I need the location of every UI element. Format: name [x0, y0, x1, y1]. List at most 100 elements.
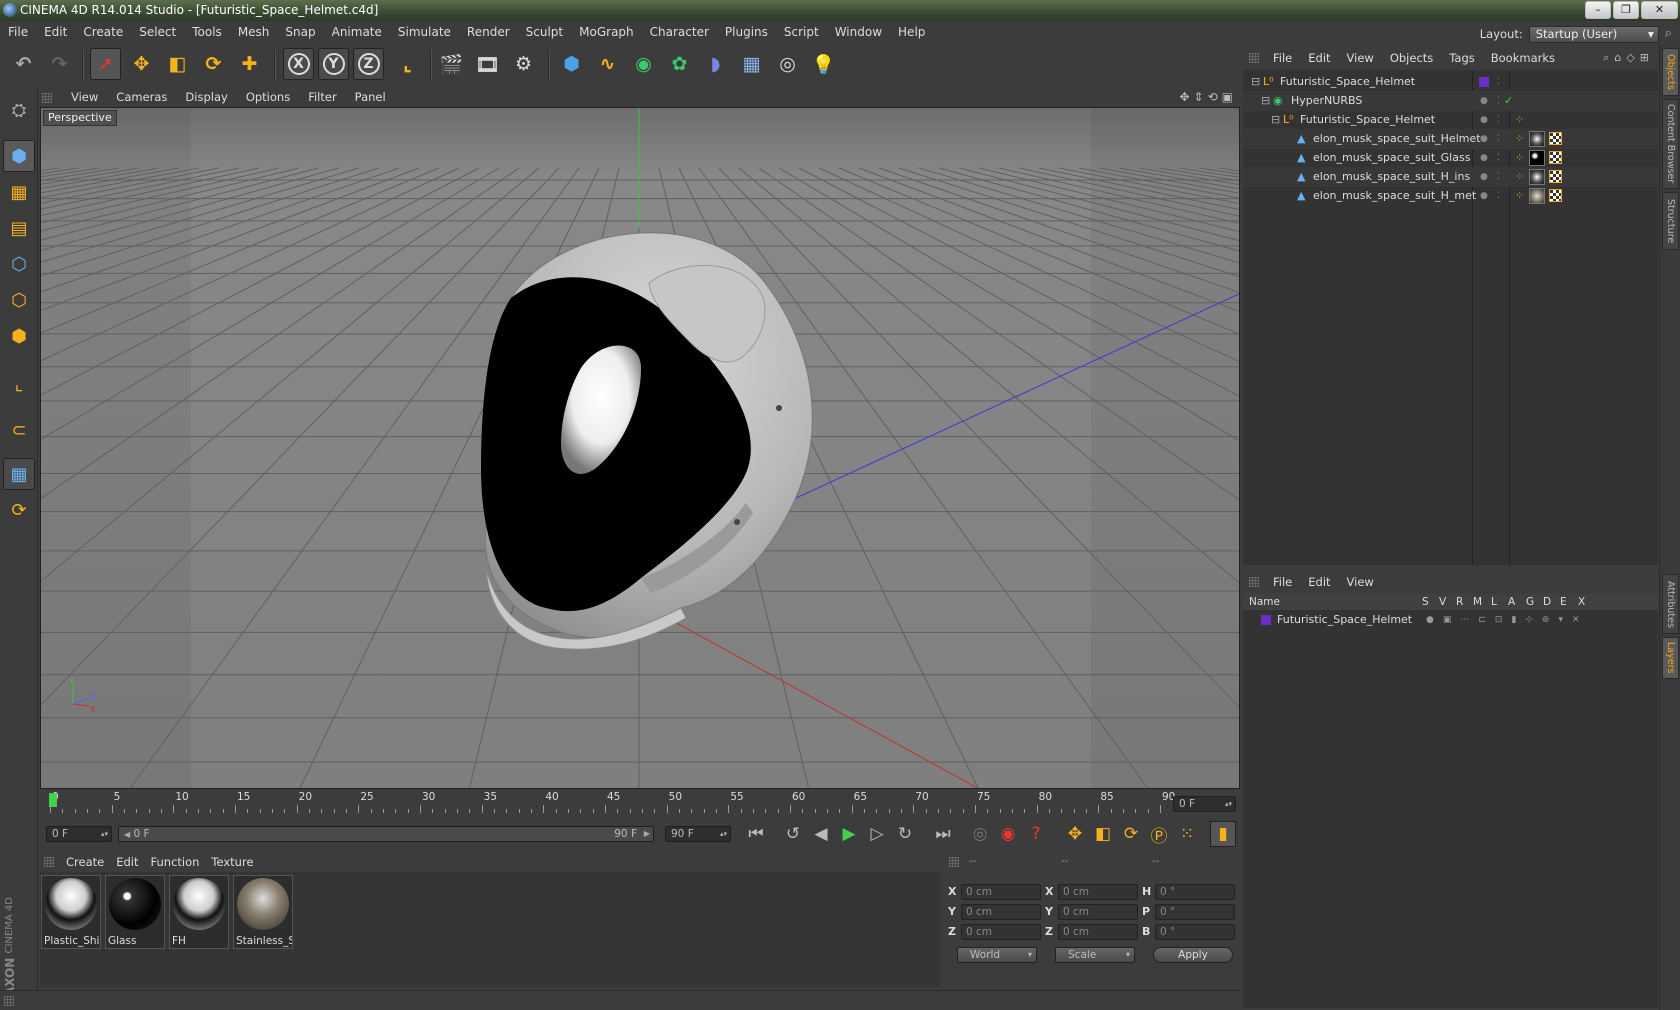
menu-simulate[interactable]: Simulate [390, 21, 459, 43]
uvw-tag-icon[interactable] [1549, 132, 1562, 145]
z-axis-icon[interactable]: Z [353, 48, 384, 80]
array-icon[interactable]: ✿ [664, 48, 695, 80]
move-icon[interactable]: ✥ [126, 48, 157, 80]
object-menu-edit[interactable]: Edit [1300, 48, 1338, 68]
spline-icon[interactable]: ∿ [592, 48, 623, 80]
magnet-icon[interactable]: ⊂ [3, 414, 35, 446]
phong-tag-icon[interactable]: ⁘ [1515, 167, 1524, 187]
scale-icon[interactable]: ◧ [162, 48, 193, 80]
viewport-nav-icons[interactable]: ✥⇕⟲▣ [1179, 88, 1237, 107]
tab-structure[interactable]: Structure [1662, 192, 1679, 250]
render-dots-icon[interactable]: ⁚ [1497, 167, 1500, 187]
add-icon[interactable]: ✚ [234, 48, 265, 80]
material-tag-icon[interactable] [1529, 150, 1545, 166]
rot-h-field[interactable]: 0 ° [1155, 884, 1235, 900]
menu-tools[interactable]: Tools [184, 21, 230, 43]
material-tag-icon[interactable] [1529, 131, 1545, 147]
pos-x-field[interactable]: 0 cm [961, 884, 1041, 900]
object-row[interactable]: ⊟ L⁰ Futuristic_Space_Helmet ● ⁚ ⁘ [1243, 110, 1658, 130]
current-frame-field[interactable]: 0 F ▴▾ [1173, 796, 1236, 812]
tab-attributes[interactable]: Attributes [1662, 574, 1679, 634]
object-menu-objects[interactable]: Objects [1382, 48, 1441, 68]
uvw-tag-icon[interactable] [1549, 151, 1562, 164]
menu-plugins[interactable]: Plugins [717, 21, 776, 43]
goto-start-icon[interactable]: ⏮ [743, 821, 769, 847]
key-scale-icon[interactable]: ◧ [1090, 821, 1116, 847]
size-y-field[interactable]: 0 cm [1058, 904, 1138, 920]
layer-toggle-icons[interactable]: ●▣⋯⊏⊡▮⊹⊛▾✕ [1426, 610, 1589, 630]
collapse-icon[interactable]: ⊟ [1271, 110, 1280, 130]
floor-icon[interactable]: ▦ [736, 48, 767, 80]
object-menu-file[interactable]: File [1265, 48, 1300, 68]
object-row[interactable]: ▲ elon_musk_space_suit_H_ins ● ⁚ ⁘ [1243, 167, 1658, 187]
grid-lock-icon[interactable]: ▦ [3, 458, 35, 490]
end-frame-field[interactable]: 90 F ▴▾ [665, 826, 731, 842]
camera-icon[interactable]: ◎ [772, 48, 803, 80]
render-dots-icon[interactable]: ⁚ [1497, 186, 1500, 206]
deformer-icon[interactable]: ◗ [700, 48, 731, 80]
menu-snap[interactable]: Snap [277, 21, 323, 43]
object-row[interactable]: ⊟ L⁰ Futuristic_Space_Helmet ⁚ [1243, 72, 1658, 92]
viewport-menu-cameras[interactable]: Cameras [107, 88, 176, 107]
previous-key-icon[interactable]: ↺ [780, 821, 806, 847]
material-swatch[interactable]: Stainless_S [233, 875, 293, 949]
object-menu-bookmarks[interactable]: Bookmarks [1483, 48, 1563, 68]
model-mode-icon[interactable]: ⬢ [3, 140, 35, 172]
next-key-icon[interactable]: ↻ [892, 821, 918, 847]
viewport-menu-view[interactable]: View [62, 88, 107, 107]
perspective-viewport[interactable]: Perspective Y Z X [40, 107, 1240, 789]
layout-select[interactable]: Startup (User) ▾ [1528, 25, 1659, 43]
collapse-icon[interactable]: ⊟ [1261, 91, 1270, 111]
material-menu-create[interactable]: Create [60, 852, 110, 872]
size-z-field[interactable]: 0 cm [1058, 924, 1138, 940]
axis-mode-icon[interactable]: ⌞ [3, 368, 35, 400]
visibility-dots-icon[interactable]: ● [1480, 129, 1488, 149]
menu-mograph[interactable]: MoGraph [571, 21, 642, 43]
key-position-icon[interactable]: ✥ [1062, 821, 1088, 847]
record-keys-icon[interactable]: ◎ [967, 821, 993, 847]
menu-help[interactable]: Help [890, 21, 933, 43]
coordinate-mode-dropdown[interactable]: World ▾ [957, 947, 1037, 963]
snap-settings-icon[interactable]: ⟳ [3, 494, 35, 526]
material-menu-function[interactable]: Function [145, 852, 206, 872]
layer-row[interactable]: Futuristic_Space_Helmet ●▣⋯⊏⊡▮⊹⊛▾✕ [1243, 610, 1658, 630]
viewport-menu-display[interactable]: Display [176, 88, 236, 107]
apply-button[interactable]: Apply [1153, 947, 1233, 963]
phong-tag-icon[interactable]: ⁘ [1515, 129, 1524, 149]
timeline-ruler[interactable]: 051015202530354045505560657075808590 0 F… [40, 791, 1240, 819]
minimize-button[interactable]: – [1585, 1, 1611, 19]
menu-render[interactable]: Render [459, 21, 518, 43]
visibility-dots-icon[interactable]: ● [1480, 91, 1488, 111]
layer-menu-file[interactable]: File [1265, 572, 1300, 592]
edit-render-settings-icon[interactable]: ⚙ [508, 48, 539, 80]
render-dots-icon[interactable]: ⁚ [1497, 129, 1500, 149]
menu-edit[interactable]: Edit [36, 21, 75, 43]
start-frame-field[interactable]: 0 F ▴▾ [46, 826, 112, 842]
edges-mode-icon[interactable]: ⬡ [3, 284, 35, 316]
phong-tag-icon[interactable]: ⁘ [1515, 186, 1524, 206]
render-dots-icon[interactable]: ⁚ [1497, 91, 1500, 111]
key-point-level-icon[interactable]: ⁙ [1174, 821, 1200, 847]
timeline-playhead[interactable] [49, 793, 57, 807]
object-row[interactable]: ⊟ ◉ HyperNURBS ● ⁚ ✓ [1243, 91, 1658, 111]
material-swatch[interactable]: Glass [105, 875, 165, 949]
uvw-tag-icon[interactable] [1549, 189, 1562, 202]
previous-frame-icon[interactable]: ◀ [808, 821, 834, 847]
pos-z-field[interactable]: 0 cm [961, 924, 1041, 940]
material-tag-icon[interactable] [1529, 169, 1545, 185]
menu-create[interactable]: Create [75, 21, 131, 43]
menu-sculpt[interactable]: Sculpt [518, 21, 571, 43]
viewport-menu-panel[interactable]: Panel [346, 88, 395, 107]
close-button[interactable]: ✕ [1641, 1, 1678, 19]
coordinate-system-icon[interactable]: ⌞ [392, 48, 423, 80]
timeline-window-icon[interactable]: ▮ [1210, 821, 1236, 847]
y-axis-icon[interactable]: Y [318, 48, 349, 80]
texture-mode-icon[interactable]: ▦ [3, 176, 35, 208]
rot-b-field[interactable]: 0 ° [1155, 924, 1235, 940]
layer-menu-view[interactable]: View [1339, 572, 1382, 592]
play-icon[interactable]: ▶ [836, 821, 862, 847]
auto-keying-icon[interactable]: ◉ [995, 821, 1021, 847]
light-icon[interactable]: 💡 [808, 48, 839, 80]
object-menu-tags[interactable]: Tags [1441, 48, 1482, 68]
visibility-dots-icon[interactable]: ● [1480, 167, 1488, 187]
